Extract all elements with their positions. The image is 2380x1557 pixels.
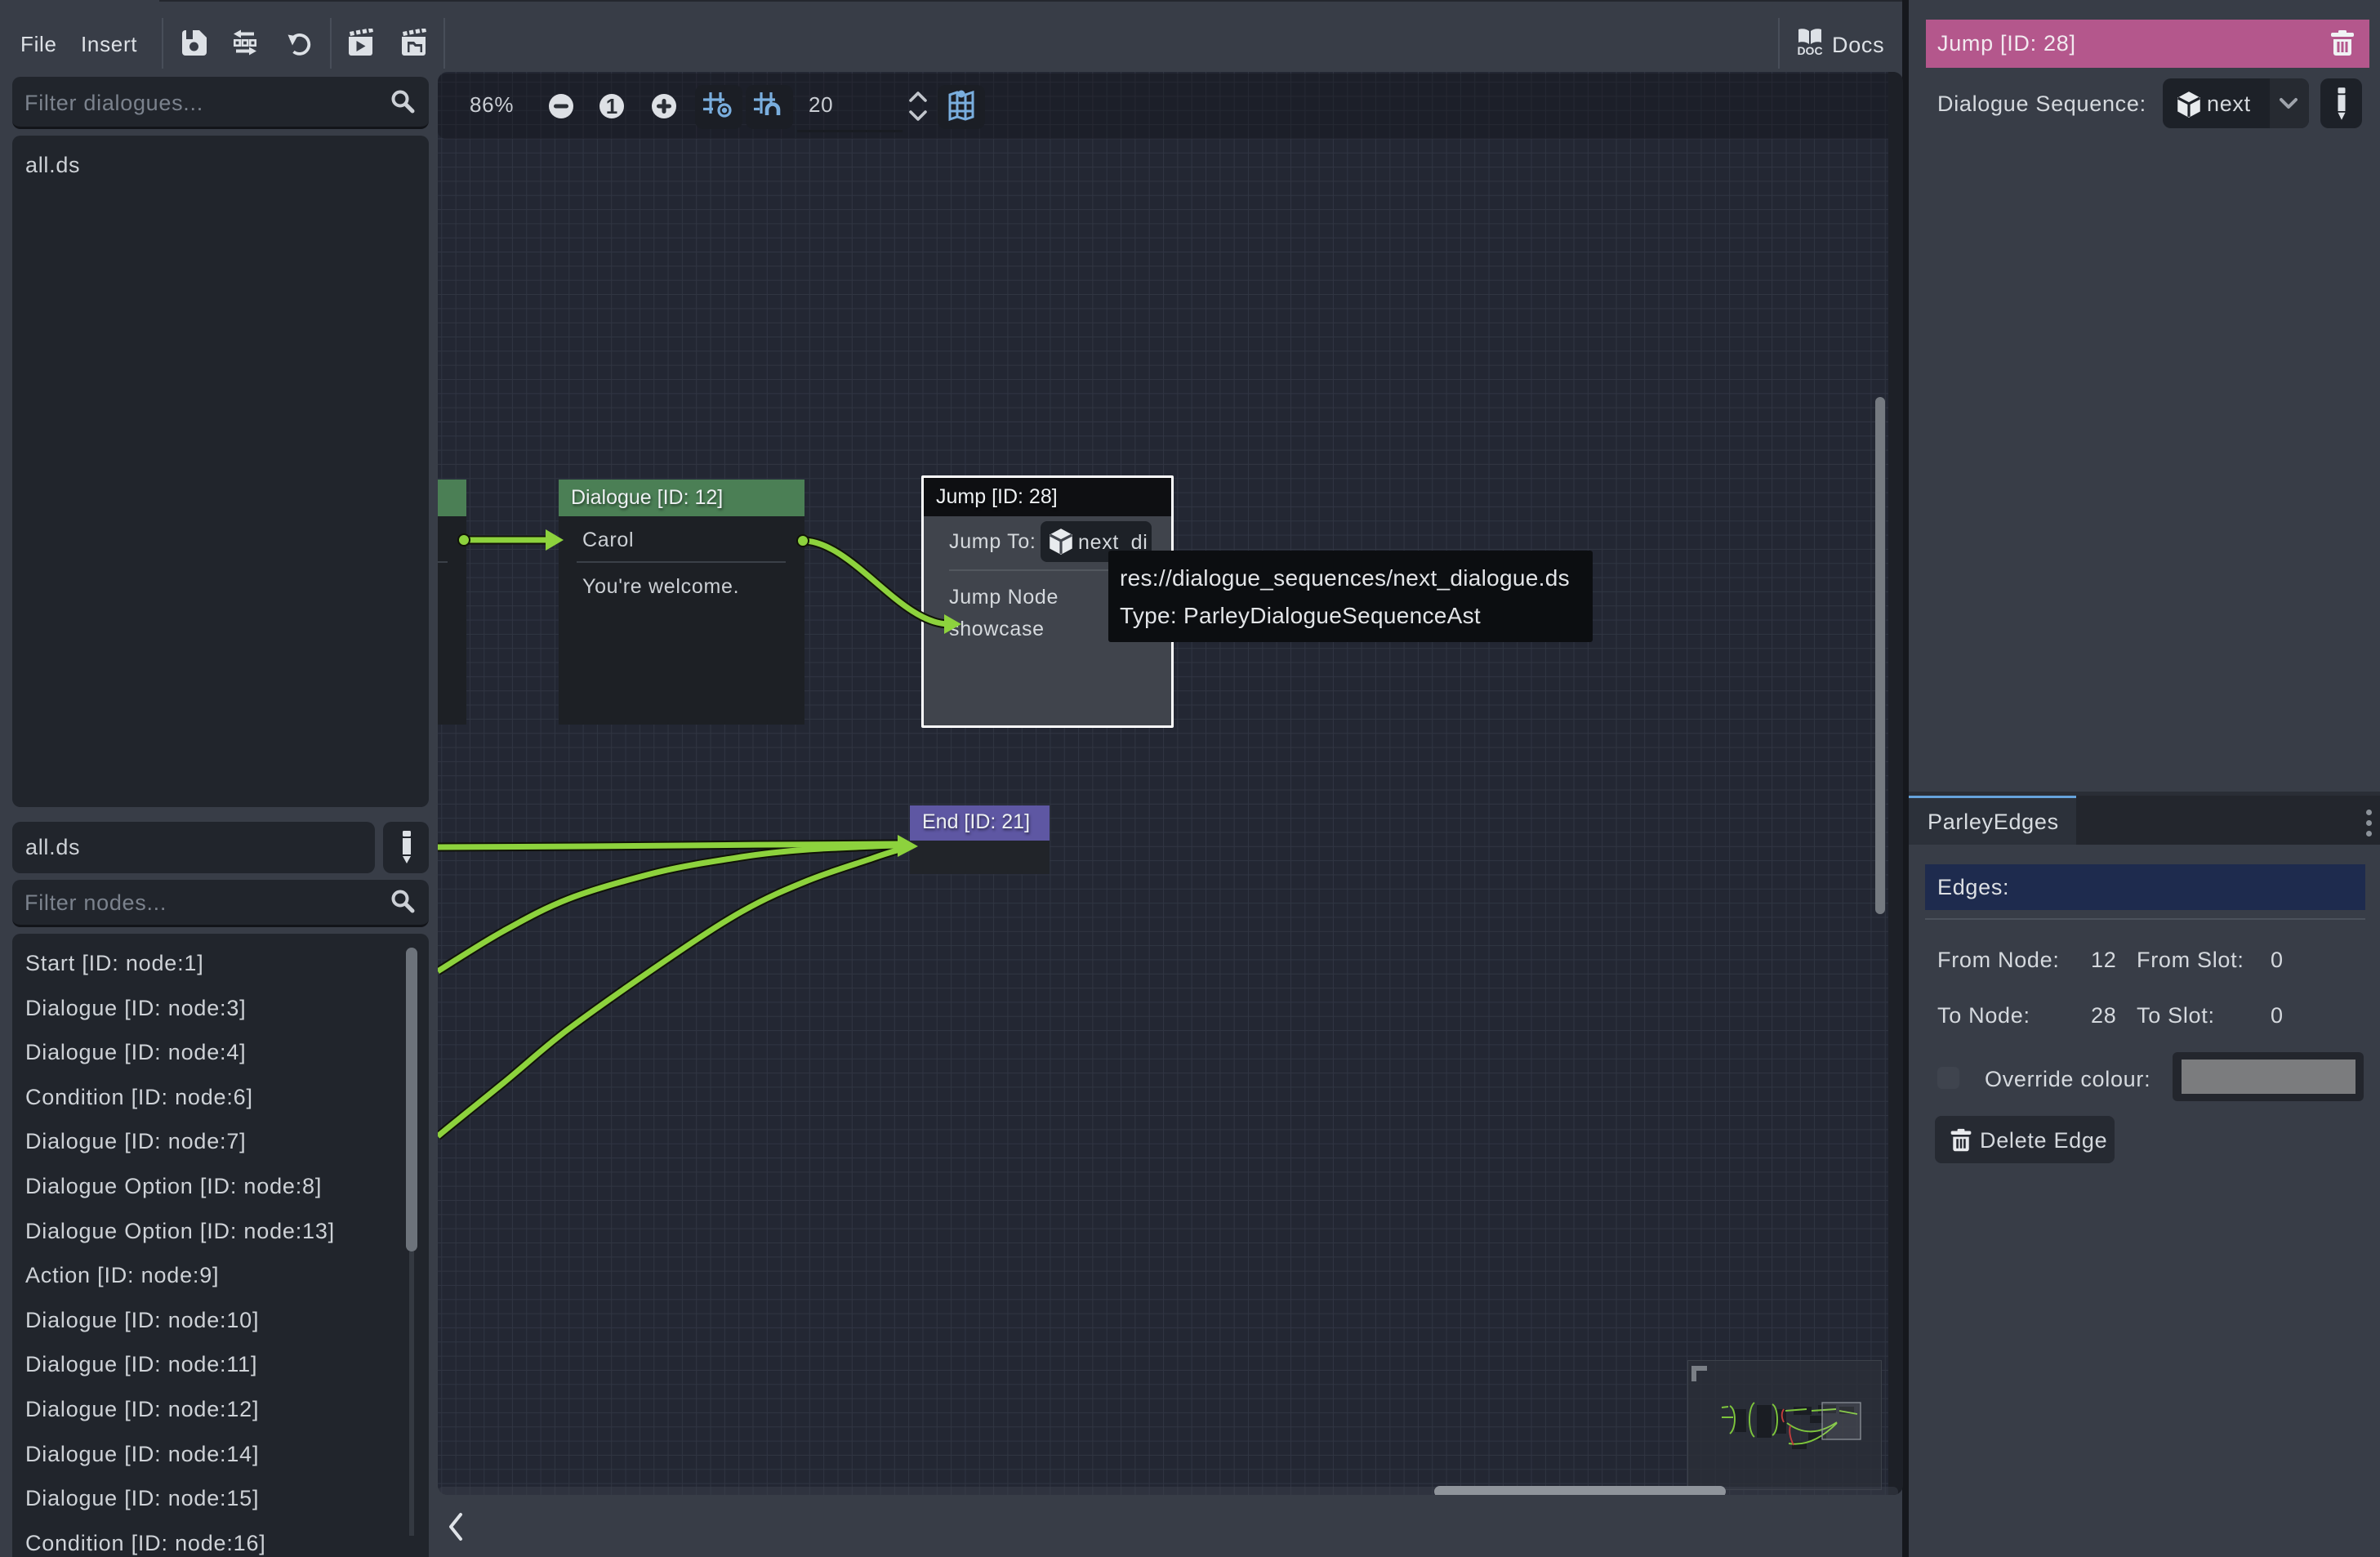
svg-text:DOC: DOC bbox=[1797, 44, 1822, 57]
